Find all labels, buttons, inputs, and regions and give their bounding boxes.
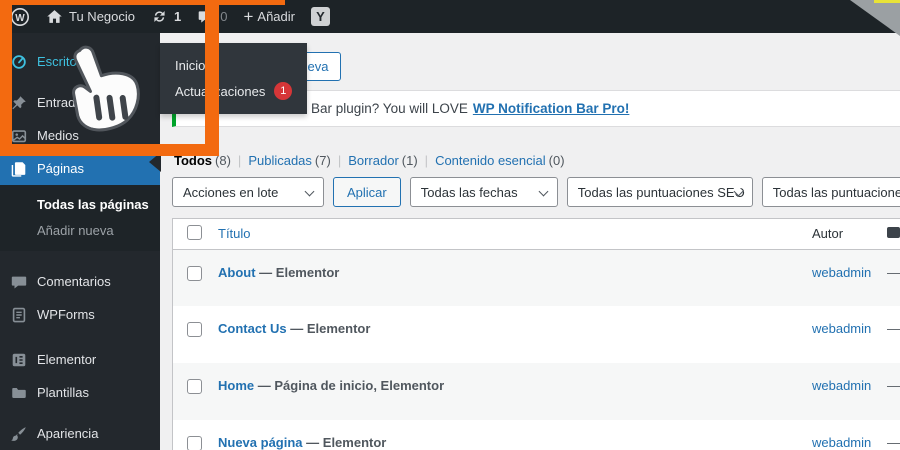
- elementor-icon: [12, 353, 26, 366]
- highlight-rectangle-right: [205, 0, 219, 156]
- add-new-menu[interactable]: + Añadir: [243, 8, 295, 25]
- escritorio-flyout-menu: Inicio Actualizaciones 1: [160, 43, 307, 114]
- author-link[interactable]: webadmin: [812, 321, 871, 336]
- highlight-rectangle-left: [0, 0, 12, 156]
- submenu-item-todas-las-paginas[interactable]: Todas las páginas: [0, 191, 160, 217]
- highlight-rectangle-bottom: [0, 144, 219, 156]
- table-row: About — Elementor webadmin —: [173, 249, 900, 306]
- update-count-badge: 1: [274, 82, 293, 100]
- sidebar-label: Plantillas: [37, 385, 90, 400]
- pages-submenu: Todas las páginas Añadir nueva: [0, 185, 160, 251]
- dates-filter-select[interactable]: Todas las fechas: [409, 177, 558, 207]
- site-name: Tu Negocio: [69, 9, 135, 24]
- update-icon: [154, 10, 165, 23]
- extra-cell: —: [887, 264, 900, 280]
- author-link[interactable]: webadmin: [812, 265, 871, 280]
- update-count: 1: [174, 9, 182, 24]
- sidebar-label: Elementor: [37, 352, 97, 367]
- notice-text: Bar plugin? You will LOVE: [311, 101, 468, 116]
- pages-table: Título Autor About — Elementor webadmin …: [172, 218, 900, 450]
- filter-contenido-esencial[interactable]: Contenido esencial (0): [435, 153, 564, 168]
- page-meta: — Elementor: [290, 321, 371, 336]
- sidebar-item-plantillas[interactable]: Plantillas: [0, 376, 160, 409]
- hand-cursor: [48, 36, 154, 153]
- filter-separator: |: [237, 153, 242, 168]
- flyout-item-inicio[interactable]: Inicio: [160, 52, 307, 78]
- filter-publicadas[interactable]: Publicadas (7): [248, 153, 331, 168]
- yoast-menu[interactable]: Y: [310, 7, 330, 26]
- sidebar-item-elementor[interactable]: Elementor: [0, 343, 160, 376]
- row-checkbox[interactable]: [187, 379, 202, 394]
- filter-separator: |: [424, 153, 429, 168]
- sidebar-label: WPForms: [37, 307, 95, 322]
- comments-icon: [11, 276, 27, 288]
- sidebar-item-paginas[interactable]: Páginas: [0, 152, 160, 185]
- select-all-checkbox[interactable]: [187, 225, 202, 241]
- corner-artifact-gray: [850, 0, 900, 36]
- submenu-item-anadir-nueva[interactable]: Añadir nueva: [0, 217, 160, 243]
- sidebar-label: Comentarios: [37, 274, 111, 289]
- page-meta: — Elementor: [306, 435, 387, 450]
- dashboard-icon: [12, 54, 26, 69]
- updates-menu[interactable]: 1: [151, 8, 181, 25]
- table-row: Contact Us — Elementor webadmin —: [173, 306, 900, 363]
- row-checkbox[interactable]: [187, 322, 202, 337]
- folder-icon: [12, 387, 26, 398]
- page-meta: — Página de inicio, Elementor: [257, 378, 445, 393]
- page-meta: — Elementor: [259, 264, 340, 280]
- corner-artifact-yellow: [874, 0, 900, 3]
- list-controls: Acciones en lote Aplicar Todas las fecha…: [172, 177, 900, 207]
- column-header-titulo[interactable]: Título: [218, 219, 812, 250]
- author-link[interactable]: webadmin: [812, 378, 871, 393]
- seo-score-filter-select[interactable]: Todas las puntuaciones SEO: [566, 177, 753, 207]
- author-link[interactable]: webadmin: [812, 435, 871, 450]
- yoast-icon: Y: [310, 7, 330, 26]
- table-header-row: Título Autor: [173, 219, 900, 250]
- filter-borrador[interactable]: Borrador (1): [348, 153, 417, 168]
- form-icon: [12, 307, 26, 322]
- filter-separator: |: [337, 153, 342, 168]
- extra-cell: —: [887, 435, 900, 450]
- page-title-link[interactable]: About: [218, 265, 256, 280]
- media-icon: [11, 129, 27, 142]
- chevron-down-icon: [304, 186, 315, 197]
- sidebar-item-apariencia[interactable]: Apariencia: [0, 417, 160, 450]
- sidebar-label: Apariencia: [37, 426, 99, 441]
- readability-filter-select[interactable]: Todas las puntuaciones d: [761, 177, 900, 207]
- home-icon: [47, 10, 62, 23]
- sidebar-label: Páginas: [37, 161, 84, 176]
- post-status-filters: Todos (8) | Publicadas (7) | Borrador (1) |…: [174, 153, 565, 168]
- submenu-label: Añadir nueva: [37, 222, 114, 238]
- row-checkbox[interactable]: [187, 436, 202, 450]
- extra-cell: —: [887, 378, 900, 393]
- column-header-autor: Autor: [812, 219, 887, 250]
- page-title-link[interactable]: Nueva página: [218, 435, 303, 450]
- pages-icon: [11, 161, 26, 177]
- site-menu[interactable]: Tu Negocio: [46, 8, 135, 25]
- submenu-label: Todas las páginas: [37, 196, 149, 212]
- plus-icon: +: [243, 7, 254, 26]
- svg-text:W: W: [15, 12, 25, 23]
- pin-icon: [12, 95, 26, 109]
- apply-button[interactable]: Aplicar: [333, 177, 401, 207]
- page-title-link[interactable]: Home: [218, 378, 254, 393]
- table-row: Nueva página — Elementor webadmin —: [173, 420, 900, 450]
- table-row: Home — Página de inicio, Elementor webad…: [173, 363, 900, 420]
- highlight-rectangle-top: [0, 0, 285, 5]
- flyout-item-actualizaciones[interactable]: Actualizaciones 1: [160, 78, 307, 104]
- comments-column-icon: [887, 227, 900, 239]
- paintbrush-icon: [11, 426, 26, 441]
- page-title-link[interactable]: Contact Us: [218, 321, 287, 336]
- notice-link[interactable]: WP Notification Bar Pro!: [473, 101, 630, 116]
- add-new-label: Añadir: [257, 9, 295, 24]
- wordpress-logo-icon[interactable]: W: [10, 7, 30, 27]
- extra-cell: —: [887, 321, 900, 336]
- sidebar-item-wpforms[interactable]: WPForms: [0, 298, 160, 331]
- comment-count: 0: [220, 9, 228, 24]
- bulk-actions-select[interactable]: Acciones en lote: [172, 177, 324, 207]
- chevron-down-icon: [538, 186, 549, 197]
- sidebar-item-comentarios[interactable]: Comentarios: [0, 265, 160, 298]
- row-checkbox[interactable]: [187, 265, 202, 281]
